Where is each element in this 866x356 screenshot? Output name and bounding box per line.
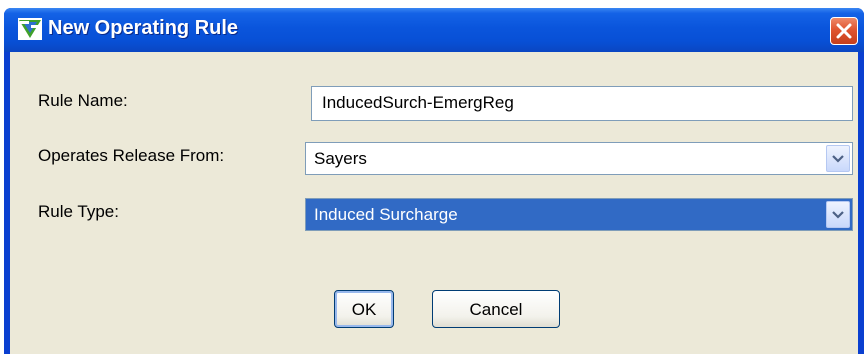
chevron-down-icon	[832, 211, 844, 219]
window-title: New Operating Rule	[48, 17, 239, 39]
app-icon	[18, 18, 42, 40]
rule-type-select[interactable]: Induced Surcharge	[305, 198, 853, 231]
cancel-button[interactable]: Cancel	[432, 290, 560, 328]
close-button[interactable]	[830, 17, 858, 45]
rule-name-label: Rule Name:	[38, 91, 128, 110]
rule-type-value: Induced Surcharge	[314, 205, 458, 224]
release-from-select[interactable]: Sayers	[305, 142, 853, 175]
rule-name-input[interactable]: InducedSurch-EmergReg	[311, 86, 853, 121]
release-from-dropdown-button[interactable]	[826, 145, 850, 172]
ok-button[interactable]: OK	[334, 290, 394, 328]
release-from-value: Sayers	[314, 149, 367, 168]
rule-type-label: Rule Type:	[38, 202, 119, 221]
title-bar[interactable]: New Operating Rule	[4, 8, 864, 52]
chevron-down-icon	[832, 155, 844, 163]
release-from-label: Operates Release From:	[38, 146, 225, 165]
dialog-window: New Operating Rule Rule Name: InducedSur…	[4, 8, 864, 354]
dialog-body: Rule Name: InducedSurch-EmergReg Operate…	[10, 52, 858, 354]
rule-type-dropdown-button[interactable]	[826, 201, 850, 228]
